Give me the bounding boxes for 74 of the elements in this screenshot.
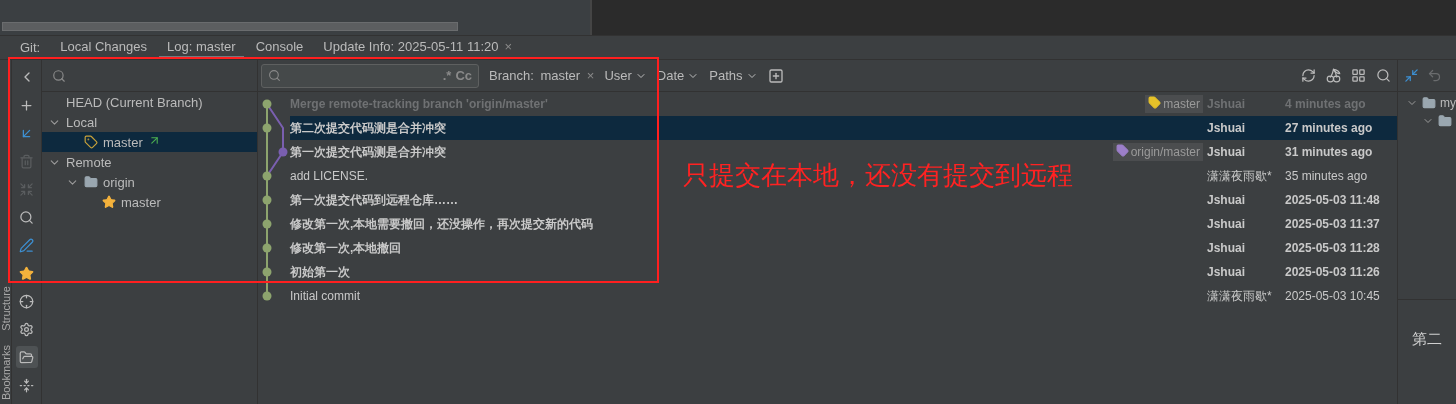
pen-icon [19, 237, 34, 253]
refresh-icon [1301, 68, 1316, 83]
commit-message[interactable]: 初始第一次 [290, 263, 350, 281]
folder-icon [1422, 96, 1436, 110]
folder-icon [1438, 114, 1452, 128]
arrows-in-icon [19, 181, 34, 197]
commit-author: Jshuai [1207, 145, 1246, 159]
commit-message[interactable]: 修改第一次,本地需要撤回，还没操作，再次提交新的代码 [290, 215, 594, 233]
tree-item[interactable]: my [1440, 96, 1456, 110]
branch-tree-item[interactable]: master [42, 132, 257, 152]
collapse-arrows-icon [1404, 68, 1419, 83]
branch-tree-item[interactable]: master [42, 192, 257, 212]
commit-author: Jshuai [1207, 217, 1246, 231]
commit-message[interactable]: 修改第一次,本地撤回 [290, 239, 402, 257]
branch-label: origin/master [1112, 143, 1203, 161]
commit-author: Jshuai [1207, 241, 1246, 255]
commit-date: 2025-05-03 11:26 [1285, 265, 1381, 279]
commit-date: 2025-05-03 11:48 [1285, 193, 1381, 207]
crosshair-icon [19, 293, 34, 309]
filter-dropdown[interactable]: Branch: master × [489, 68, 595, 83]
star-icon [19, 265, 34, 281]
trash-icon [19, 153, 34, 169]
branch-tree-item[interactable]: HEAD (Current Branch) [42, 92, 257, 112]
commit-message[interactable]: Initial commit [290, 289, 360, 303]
commit-author: 潇潇夜雨歇* [1207, 167, 1273, 185]
tool-window-label: Git: [20, 39, 42, 57]
scrollbar[interactable] [2, 22, 458, 31]
filter-dropdown[interactable]: User [604, 68, 647, 83]
search-icon [19, 209, 34, 225]
tab[interactable]: Local Changes [52, 36, 155, 59]
collapse-icon [19, 377, 34, 393]
search-icon [1376, 68, 1391, 83]
tag-icon [1148, 96, 1162, 109]
commit-author: Jshuai [1207, 193, 1246, 207]
tab[interactable]: Log: master [158, 36, 244, 59]
commit-date: 27 minutes ago [1285, 121, 1374, 135]
commit-author: Jshuai [1207, 121, 1246, 135]
commit-message[interactable]: 第一次提交代码到远程仓库…… [290, 191, 458, 209]
plus-icon [19, 97, 34, 113]
search-icon [52, 68, 66, 83]
commit-author: 潇潇夜雨歇* [1207, 287, 1273, 305]
commit-date: 2025-05-03 11:37 [1285, 217, 1381, 231]
commit-message[interactable]: 第二次提交代码测是合并冲突 [290, 119, 446, 137]
side-tool-label[interactable]: Bookmarks [0, 344, 12, 400]
cherry-icon [1326, 68, 1341, 83]
settings-icon [19, 321, 34, 337]
tag-icon [1115, 144, 1129, 157]
folder-icon [19, 349, 34, 365]
new-tab-icon [767, 67, 784, 84]
commit-message[interactable]: add LICENSE. [290, 169, 369, 183]
side-tool-label[interactable]: Structure [0, 286, 12, 331]
commit-date: 31 minutes ago [1285, 145, 1374, 159]
commit-date: 2025-05-03 10:45 [1285, 289, 1381, 303]
branch-label: master [1145, 95, 1203, 113]
commit-date: 35 minutes ago [1285, 169, 1369, 183]
branch-tree-item[interactable]: Remote [42, 152, 257, 172]
annotation-text: 只提交在本地，还没有提交到远程 [683, 159, 1073, 192]
grid-icon [1351, 68, 1366, 83]
selected-commit-row[interactable]: 第二次提交代码测是合并冲突 Jshuai 27 minutes ago [290, 116, 1397, 140]
commit-author: Jshuai [1207, 265, 1246, 279]
tab[interactable]: Console [247, 36, 312, 59]
undo-icon [1427, 68, 1442, 83]
commit-message[interactable]: 第一次提交代码测是合并冲突 [290, 143, 446, 161]
branch-tree-item[interactable]: origin [42, 172, 257, 192]
filter-dropdown[interactable]: Paths [709, 68, 758, 83]
branch-tree-item[interactable]: Local [42, 112, 257, 132]
star-icon [102, 195, 116, 209]
commit-date: 2025-05-03 11:28 [1285, 241, 1381, 255]
search-icon [268, 69, 281, 82]
tag-icon [84, 135, 98, 149]
folder-icon [84, 175, 98, 189]
commit-detail-title: 第二 [1412, 330, 1443, 349]
close-icon[interactable]: × [504, 38, 513, 54]
tab[interactable]: Update Info: 2025-05-11 11:20 × [315, 36, 521, 59]
